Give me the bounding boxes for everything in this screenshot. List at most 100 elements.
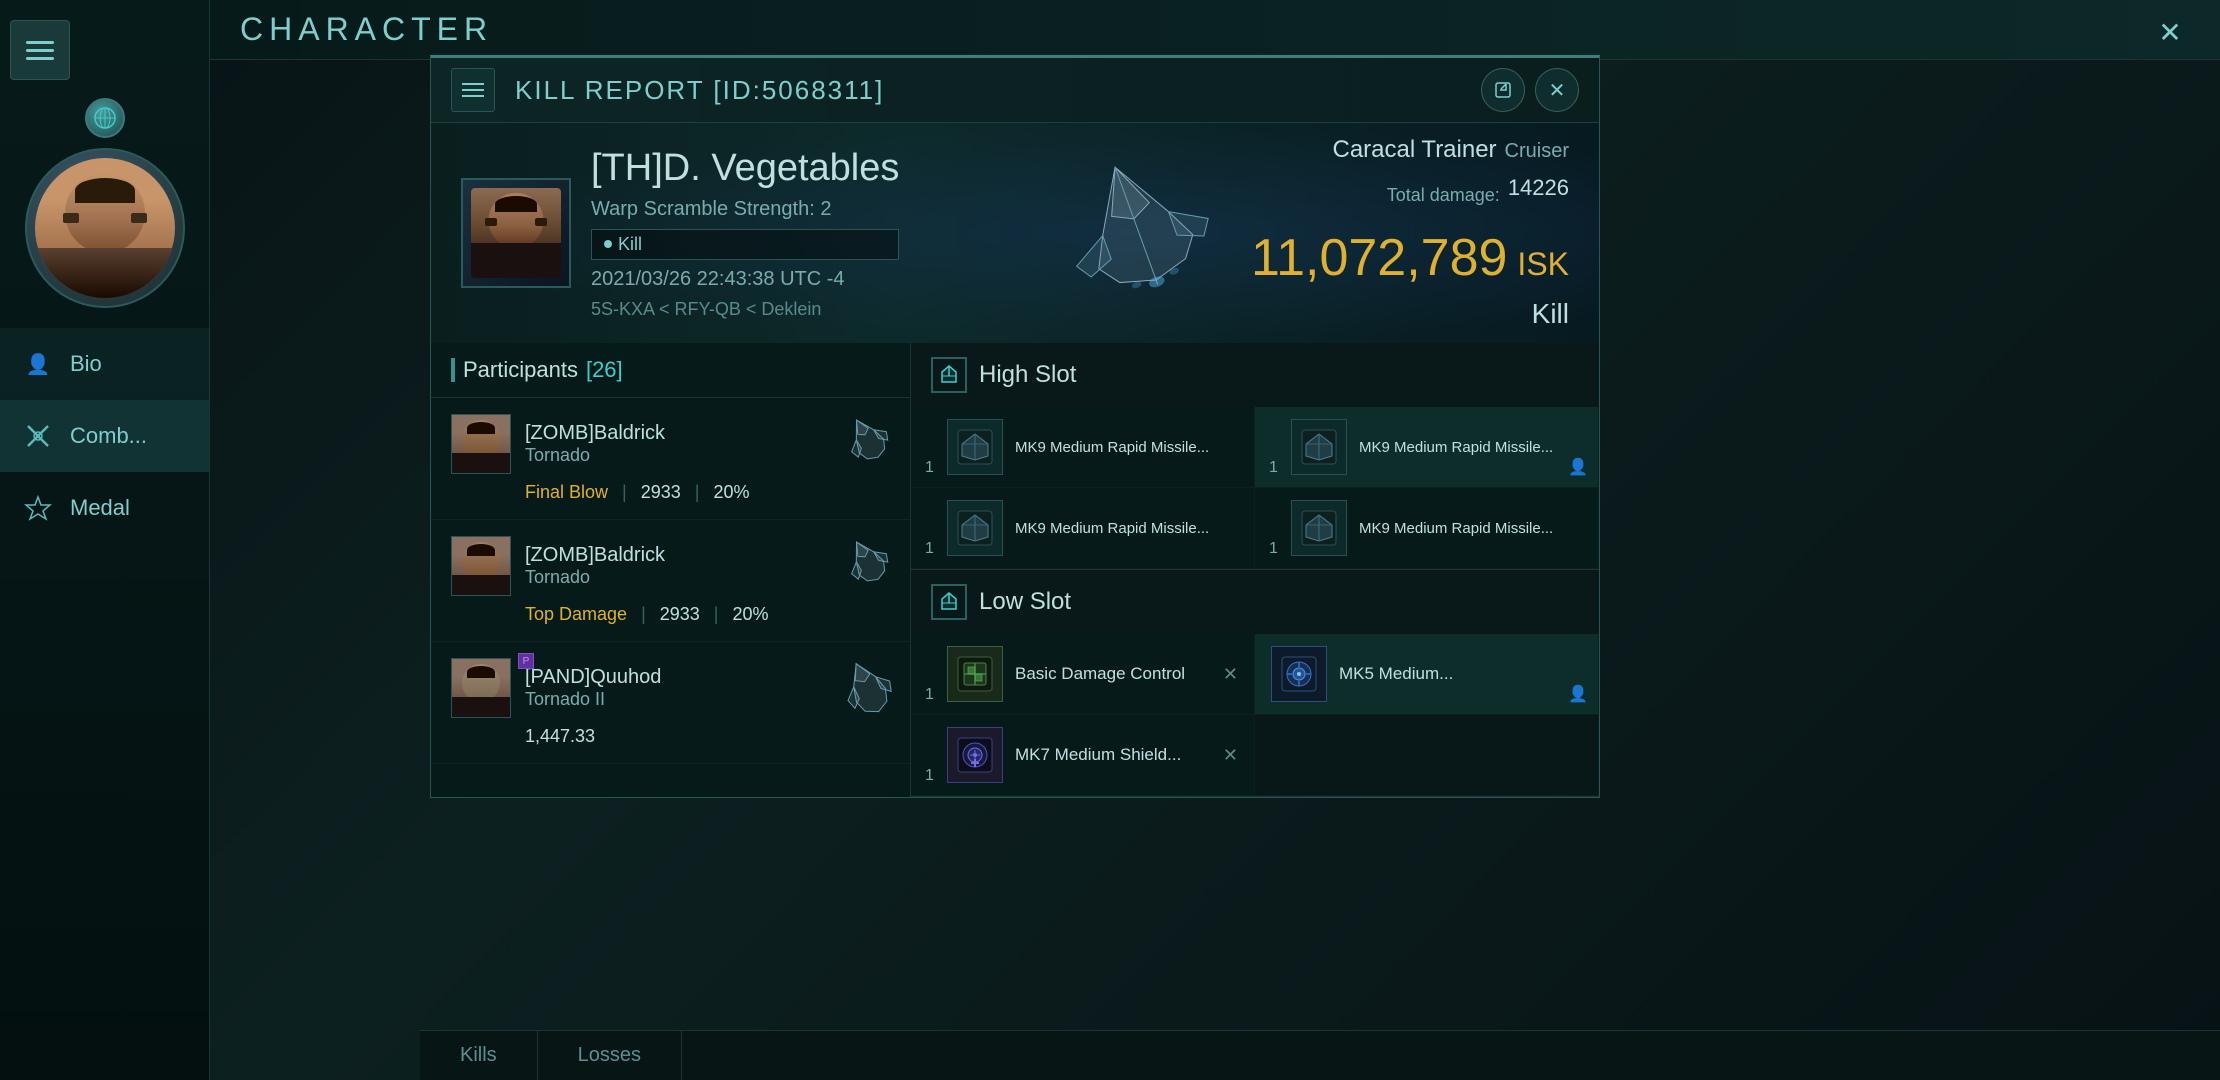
low-slot-header: Low Slot: [911, 570, 1599, 634]
kill-banner: [TH]D. Vegetables Warp Scramble Strength…: [431, 123, 1599, 343]
tab-kills[interactable]: Kills: [420, 1031, 538, 1080]
participant-ship-icon: [840, 412, 896, 468]
corp-badge: P: [518, 653, 534, 669]
ship-type: Cruiser: [1505, 140, 1569, 163]
item-icon: [947, 419, 1003, 475]
item-icon: [1291, 419, 1347, 475]
item-name: Basic Damage Control: [1015, 664, 1211, 684]
participant-ship: Tornado: [525, 567, 890, 588]
page-title: CHARACTER: [240, 11, 493, 48]
participant-damage: 1,447.33: [525, 726, 595, 747]
pilot-face: [471, 188, 561, 278]
window-close-button[interactable]: ✕: [2150, 12, 2190, 52]
tab-losses[interactable]: Losses: [538, 1031, 682, 1080]
character-logo-icon: [85, 98, 125, 138]
slot-item[interactable]: 1 Basic: [911, 634, 1255, 715]
list-item[interactable]: [ZOMB]Baldrick Tornado: [431, 520, 910, 642]
participant-face: [452, 537, 510, 595]
participant-avatar: [451, 536, 511, 596]
bio-icon: 👤: [20, 346, 56, 382]
item-name: MK9 Medium Rapid Missile...: [1359, 439, 1582, 456]
slot-item[interactable]: MK5 Medium... 👤: [1255, 634, 1599, 715]
low-slot-icon: [931, 584, 967, 620]
participants-title: Participants: [463, 357, 578, 383]
item-qty: 1: [925, 767, 934, 785]
participant-info: [ZOMB]Baldrick Tornado: [525, 422, 890, 466]
participant-bottom-row: Final Blow | 2933 | 20%: [451, 482, 890, 503]
item-icon: [1271, 646, 1327, 702]
slot-item[interactable]: 1 MK9 Medium Rapid Missile... 👤: [1255, 407, 1599, 488]
sidebar-menu-button[interactable]: [10, 20, 70, 80]
sidebar-item-bio[interactable]: 👤 Bio: [0, 328, 209, 400]
pilot-avatar: [461, 178, 571, 288]
kill-report-modal: KILL REPORT [ID:5068311] ✕: [430, 55, 1600, 798]
kill-result: Kill: [1532, 298, 1569, 330]
slot-item[interactable]: [1255, 715, 1599, 796]
item-name: MK9 Medium Rapid Missile...: [1359, 520, 1582, 537]
low-slot-title: Low Slot: [979, 588, 1071, 616]
list-item[interactable]: P [PAND]Quuhod Tornado II: [431, 642, 910, 764]
character-logo: [85, 98, 125, 138]
item-icon: [947, 727, 1003, 783]
participant-info: [ZOMB]Baldrick Tornado: [525, 544, 890, 588]
high-slot-items: 1 MK9 Medium Rapid Missile...: [911, 407, 1599, 569]
item-qty: 1: [925, 459, 934, 477]
ship-silhouette: [1029, 143, 1249, 323]
modal-actions: ✕: [1481, 68, 1579, 112]
item-avatar-indicator: 👤: [1568, 457, 1588, 477]
isk-label: ISK: [1517, 246, 1569, 283]
kill-tag: Kill: [591, 229, 899, 260]
modal-close-button[interactable]: ✕: [1535, 68, 1579, 112]
high-slot-header: High Slot: [911, 343, 1599, 407]
high-slot-icon: [931, 357, 967, 393]
character-header: CHARACTER ✕: [210, 0, 2220, 60]
low-slot-section: Low Slot 1: [911, 570, 1599, 797]
isk-value: 11,072,789: [1251, 228, 1507, 288]
modal-header: KILL REPORT [ID:5068311] ✕: [431, 58, 1599, 123]
header-bar-accent: [451, 358, 455, 382]
participant-name: [ZOMB]Baldrick: [525, 544, 890, 567]
kill-tag-dot: [604, 240, 612, 248]
avatar-face: [35, 158, 175, 298]
low-slot-items: 1 Basic: [911, 634, 1599, 796]
sidebar: 👤 Bio Comb... Medal: [0, 0, 210, 1080]
sidebar-item-combat[interactable]: Comb...: [0, 400, 209, 472]
kill-tag-label: Kill: [618, 234, 642, 255]
participant-name: [ZOMB]Baldrick: [525, 422, 890, 445]
combat-icon: [20, 418, 56, 454]
participant-bottom-row: 1,447.33: [451, 726, 890, 747]
pilot-warp-scramble: Warp Scramble Strength: 2: [591, 198, 899, 221]
slot-item[interactable]: 1 MK9 Medium Rapid Missile...: [911, 488, 1255, 569]
high-slot-section: High Slot 1: [911, 343, 1599, 570]
participant-avatar: P: [451, 658, 511, 718]
bottom-tabs: Kills Losses: [420, 1030, 2220, 1080]
participants-header: Participants [26]: [431, 343, 910, 398]
participant-damage: 2933: [660, 604, 700, 625]
top-damage-label: Top Damage: [525, 604, 627, 625]
slot-item[interactable]: 1: [911, 715, 1255, 796]
slot-item[interactable]: 1 MK9 Medium Rapid Missile...: [911, 407, 1255, 488]
list-item[interactable]: [ZOMB]Baldrick Tornado: [431, 398, 910, 520]
slot-item[interactable]: 1 MK9 Medium Rapid Missile...: [1255, 488, 1599, 569]
kill-value-section: Caracal Trainer Cruiser Total damage: 14…: [1279, 123, 1599, 343]
modal-export-button[interactable]: [1481, 68, 1525, 112]
pilot-details: [TH]D. Vegetables Warp Scramble Strength…: [591, 147, 899, 320]
item-name: MK5 Medium...: [1339, 664, 1582, 684]
item-remove-button[interactable]: ✕: [1223, 664, 1238, 685]
item-remove-button[interactable]: ✕: [1223, 745, 1238, 766]
fitting-panel: High Slot 1: [911, 343, 1599, 797]
participant-pct: 20%: [732, 604, 768, 625]
item-qty: 1: [1269, 459, 1278, 477]
kill-location: 5S-KXA < RFY-QB < Deklein: [591, 299, 899, 320]
modal-menu-button[interactable]: [451, 68, 495, 112]
item-qty: 1: [925, 540, 934, 558]
bio-label: Bio: [70, 351, 102, 377]
sidebar-item-medal[interactable]: Medal: [0, 472, 209, 544]
participant-top-row: [ZOMB]Baldrick Tornado: [451, 414, 890, 474]
participant-face: [452, 415, 510, 473]
participant-info: [PAND]Quuhod Tornado II: [525, 666, 890, 710]
participants-count: [26]: [586, 357, 623, 383]
ship-name: Caracal Trainer: [1332, 136, 1496, 164]
item-icon: [947, 646, 1003, 702]
item-icon: [947, 500, 1003, 556]
